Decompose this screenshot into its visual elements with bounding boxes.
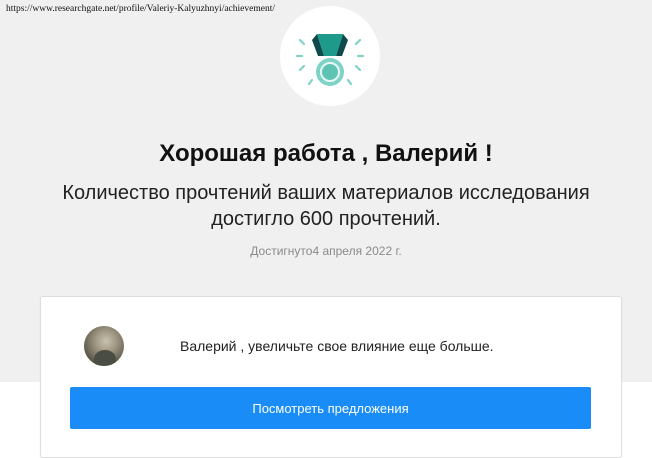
view-offers-button[interactable]: Посмотреть предложения (70, 387, 591, 429)
promo-text: Валерий , увеличьте свое влияние еще бол… (180, 338, 494, 354)
achievement-badge (280, 6, 380, 106)
promo-card (40, 296, 622, 458)
page-title: Хорошая работа , Валерий ! (159, 140, 493, 167)
page-url: https://www.researchgate.net/profile/Val… (6, 4, 275, 14)
medal-icon (295, 34, 365, 86)
user-avatar (84, 326, 124, 366)
achievement-message: Количество прочтений ваших материалов ис… (62, 182, 590, 230)
achieved-date: Достигнуто4 апреля 2022 г. (250, 244, 402, 258)
